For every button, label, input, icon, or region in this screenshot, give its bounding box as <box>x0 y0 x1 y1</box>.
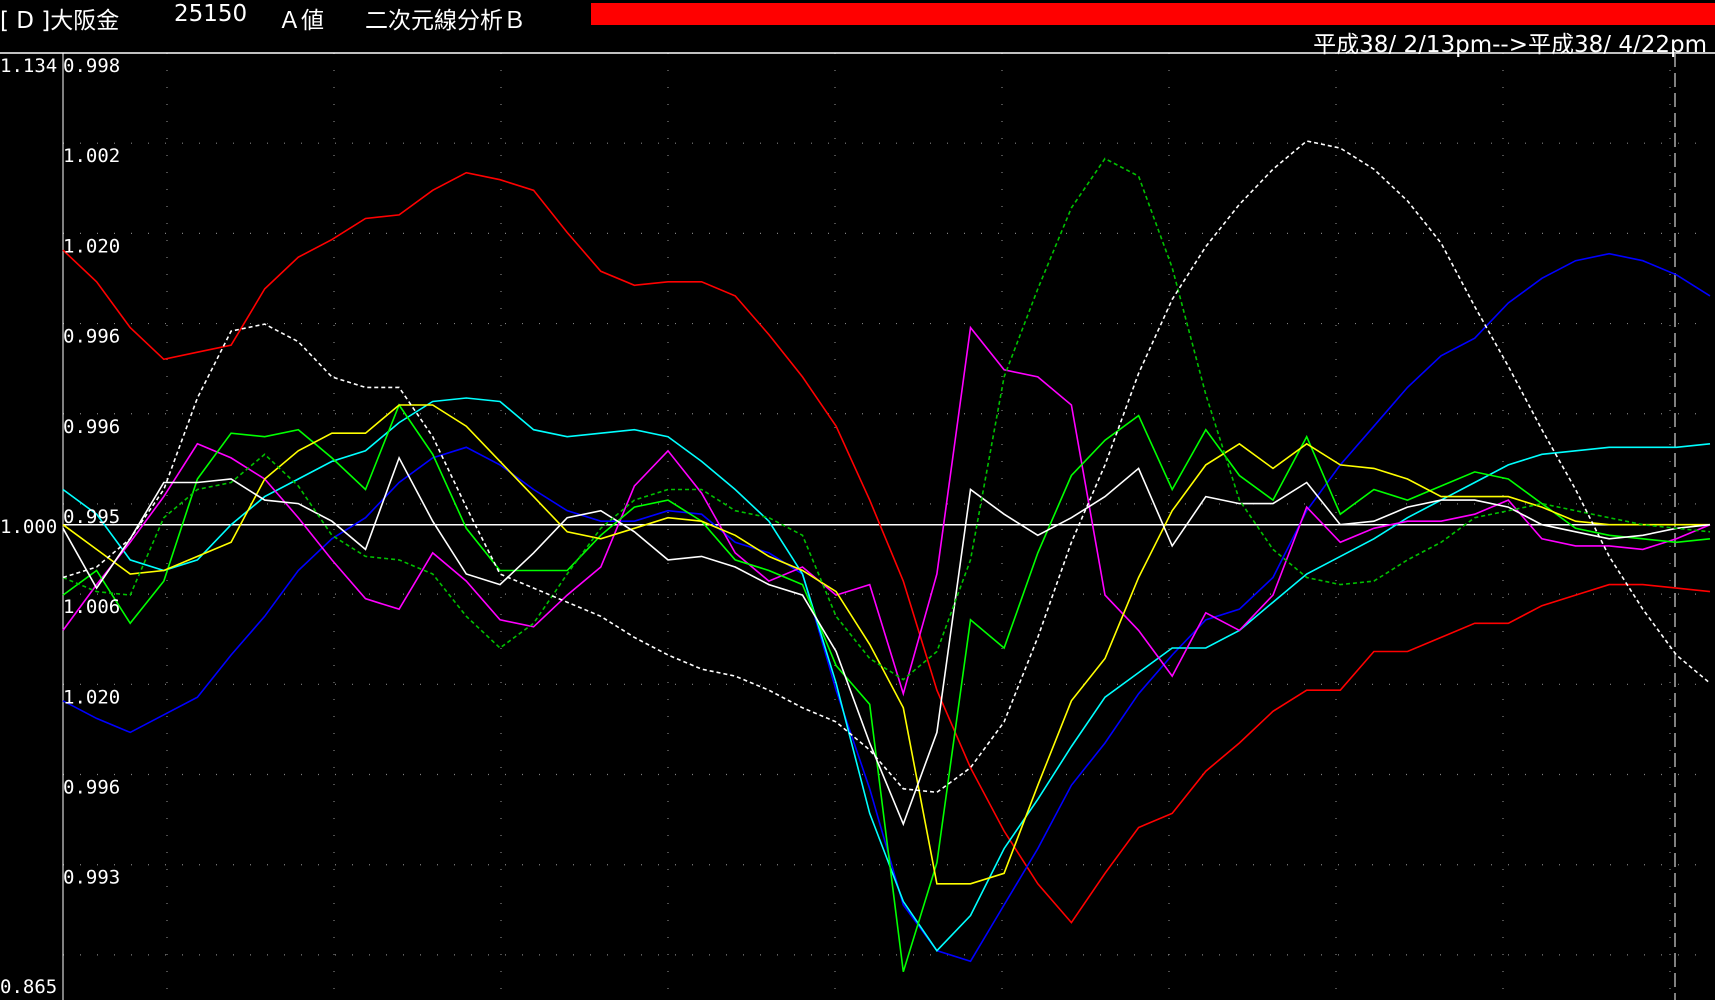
y-center-label: 1.000 <box>0 516 57 538</box>
tick-label: 0.995 <box>63 506 120 528</box>
series-group <box>62 140 1711 973</box>
series-line-4 <box>62 403 1711 973</box>
y-top-label: 1.134 <box>0 55 57 77</box>
tick-label: 0.993 <box>63 867 120 889</box>
tick-label: 0.996 <box>63 326 120 348</box>
tick-label: 1.020 <box>63 235 120 257</box>
tick-labels: 0.998 1.002 1.020 0.996 0.996 0.995 1.006 1.020… <box>63 55 120 889</box>
tick-label: 1.020 <box>63 686 120 708</box>
tick-label: 1.002 <box>63 145 120 167</box>
tick-label: 0.998 <box>63 55 120 77</box>
series-line-2 <box>62 397 1711 952</box>
axis-labels: 1.134 1.000 0.865 <box>0 55 57 998</box>
series-line-7 <box>62 157 1711 681</box>
series-line-0 <box>62 171 1711 924</box>
tick-label: 0.996 <box>63 416 120 438</box>
date-range: 平成38/ 2/13pm-->平成38/ 4/22pm <box>1313 32 1707 58</box>
y-bottom-label: 0.865 <box>0 976 57 998</box>
line-chart: 1.134 1.000 0.865 0.9981.0021.0200.9960.… <box>0 52 1715 1000</box>
tick-label: 0.996 <box>63 777 120 799</box>
series-line-8 <box>62 140 1711 794</box>
tick-label: 1.006 <box>63 596 120 618</box>
